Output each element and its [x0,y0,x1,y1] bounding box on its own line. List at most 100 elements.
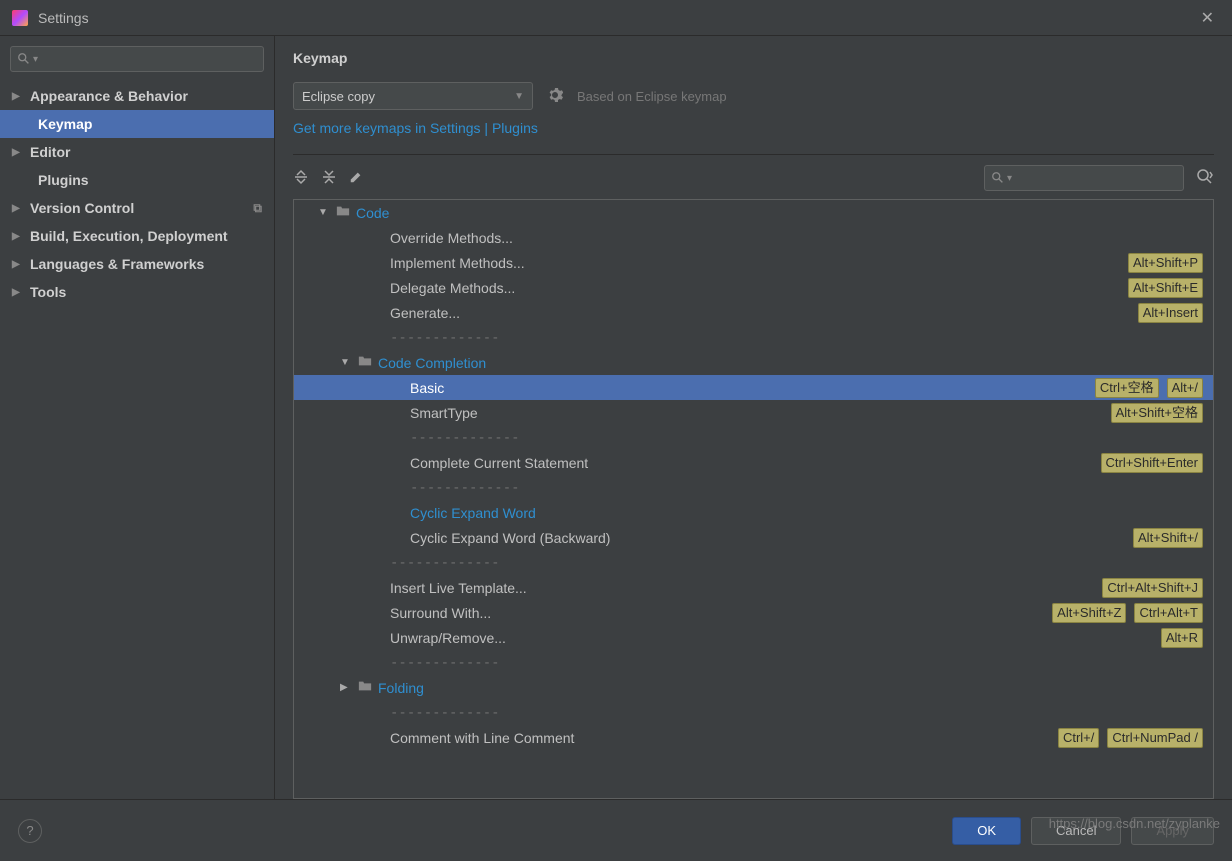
sidebar-item-label: Editor [30,144,70,160]
sidebar-item-plugins[interactable]: Plugins [0,166,274,194]
chevron-down-icon: ▼ [514,91,524,102]
ok-button[interactable]: OK [952,817,1021,845]
find-by-shortcut-icon[interactable] [1196,168,1214,189]
dialog-footer: ? OK Cancel Apply [0,799,1232,861]
get-more-keymaps-link[interactable]: Get more keymaps in Settings | Plugins [293,120,1214,136]
keymap-tree: ▼ CodeOverride Methods... Implement Method… [293,199,1214,799]
shortcut-group: Alt+Shift+P [1128,253,1203,273]
tree-label: Comment with Line Comment [390,730,574,746]
tree-separator-text: ------------- [390,655,500,671]
tree-separator-text: ------------- [390,705,500,721]
help-button[interactable]: ? [18,819,42,843]
chevron-right-icon: ▶ [12,231,24,242]
tree-action[interactable]: Delegate Methods... Alt+Shift+E [294,275,1213,300]
keymap-search-input[interactable]: ▾ [984,165,1184,191]
tree-folder[interactable]: ▶Folding [294,675,1213,700]
tree-label: Surround With... [390,605,491,621]
tree-label: Delegate Methods... [390,280,515,296]
tree-separator: ------------- [294,700,1213,725]
folder-icon [358,354,372,371]
tree-separator: ------------- [294,650,1213,675]
tree-action[interactable]: BasicCtrl+空格Alt+/ [294,375,1213,400]
shortcut-badge: Ctrl+Shift+Enter [1101,453,1204,473]
apply-button[interactable]: Apply [1131,817,1214,845]
tree-separator-text: ------------- [390,330,500,346]
keymap-dropdown[interactable]: Eclipse copy ▼ [293,82,533,110]
chevron-down-icon: ▼ [318,207,330,218]
shortcut-badge: Alt+Insert [1138,303,1203,323]
tree-action[interactable]: Insert Live Template... Ctrl+Alt+Shift+J [294,575,1213,600]
sidebar-item-tools[interactable]: ▶ Tools [0,278,274,306]
tree-action[interactable]: Unwrap/Remove... Alt+R [294,625,1213,650]
shortcut-group: Ctrl+/Ctrl+NumPad / [1058,728,1203,748]
expand-all-icon[interactable] [293,169,309,188]
tree-action[interactable]: Complete Current StatementCtrl+Shift+Ent… [294,450,1213,475]
shortcut-badge: Ctrl+空格 [1095,378,1159,398]
folder-icon [358,679,372,696]
keymap-toolbar: ▾ [293,165,1214,191]
chevron-right-icon: ▶ [12,203,24,214]
sidebar-item-version-control[interactable]: ▶Version Control⧉ [0,194,274,222]
sidebar-item-label: Version Control [30,200,134,216]
sidebar-item-label: Plugins [38,172,89,188]
shortcut-badge: Ctrl+Alt+T [1134,603,1203,623]
divider [293,154,1214,155]
chevron-right-icon: ▶ [12,287,24,298]
sidebar-item-keymap[interactable]: Keymap [0,110,274,138]
keymap-dropdown-value: Eclipse copy [302,89,375,104]
sidebar-item-appearance-behavior[interactable]: ▶ Appearance & Behavior [0,82,274,110]
sidebar-item-build-execution-deployment[interactable]: ▶Build, Execution, Deployment [0,222,274,250]
shortcut-group: Alt+Shift+空格 [1111,403,1203,423]
sidebar-item-label: Tools [30,284,66,300]
sidebar-item-editor[interactable]: ▶Editor [0,138,274,166]
close-icon[interactable]: ✕ [1195,4,1220,32]
shortcut-group: Ctrl+Shift+Enter [1101,453,1204,473]
search-icon [991,171,1005,185]
tree-action[interactable]: Surround With... Alt+Shift+Z Ctrl+Alt+T [294,600,1213,625]
shortcut-badge: Ctrl+Alt+Shift+J [1102,578,1203,598]
shortcut-group: Ctrl+Alt+Shift+J [1102,578,1203,598]
gear-icon[interactable] [547,87,563,106]
tree-separator: ------------- [294,425,1213,450]
collapse-all-icon[interactable] [321,169,337,188]
tree-action[interactable]: Override Methods... [294,225,1213,250]
sidebar-item-label: Appearance & Behavior [30,88,188,104]
based-on-label: Based on Eclipse keymap [577,89,727,104]
tree-label: Unwrap/Remove... [390,630,506,646]
sidebar-item-languages-frameworks[interactable]: ▶Languages & Frameworks [0,250,274,278]
page-title: Keymap [293,50,1214,66]
shortcut-group: Alt+Shift+/ [1133,528,1203,548]
shortcut-badge: Alt+Shift+Z [1052,603,1126,623]
tree-label: Cyclic Expand Word (Backward) [410,530,610,546]
shortcut-group: Alt+Shift+E [1128,278,1203,298]
tree-action[interactable]: Cyclic Expand Word [294,500,1213,525]
sidebar-item-label: Keymap [38,116,92,132]
tree-label: Cyclic Expand Word [410,505,536,521]
shortcut-badge: Alt+R [1161,628,1203,648]
folder-icon [336,204,350,221]
tree-action[interactable]: SmartTypeAlt+Shift+空格 [294,400,1213,425]
tree-label: Override Methods... [390,230,513,246]
tree-action[interactable]: Comment with Line Comment Ctrl+/Ctrl+NumP… [294,725,1213,750]
shortcut-badge: Ctrl+/ [1058,728,1099,748]
shortcut-badge: Alt+Shift+空格 [1111,403,1203,423]
sidebar-search-input[interactable]: ▾ [10,46,264,72]
tree-label: Code [356,205,389,221]
tree-separator: ------------- [294,550,1213,575]
tree-separator-text: ------------- [410,480,520,496]
shortcut-badge: Alt+/ [1167,378,1203,398]
tree-action[interactable]: Generate...Alt+Insert [294,300,1213,325]
tree-separator-text: ------------- [410,430,520,446]
edit-shortcut-icon[interactable] [349,170,363,187]
shortcut-group: Alt+Insert [1138,303,1203,323]
tree-separator: ------------- [294,325,1213,350]
tree-action[interactable]: Implement Methods...Alt+Shift+P [294,250,1213,275]
tree-label: Insert Live Template... [390,580,527,596]
tree-folder[interactable]: ▼Code Completion [294,350,1213,375]
chevron-right-icon: ▶ [12,91,24,102]
cancel-button[interactable]: Cancel [1031,817,1121,845]
titlebar: Settings ✕ [0,0,1232,36]
tree-folder[interactable]: ▼ Code [294,200,1213,225]
tree-action[interactable]: Cyclic Expand Word (Backward) Alt+Shift+/ [294,525,1213,550]
chevron-down-icon: ▼ [340,357,352,368]
